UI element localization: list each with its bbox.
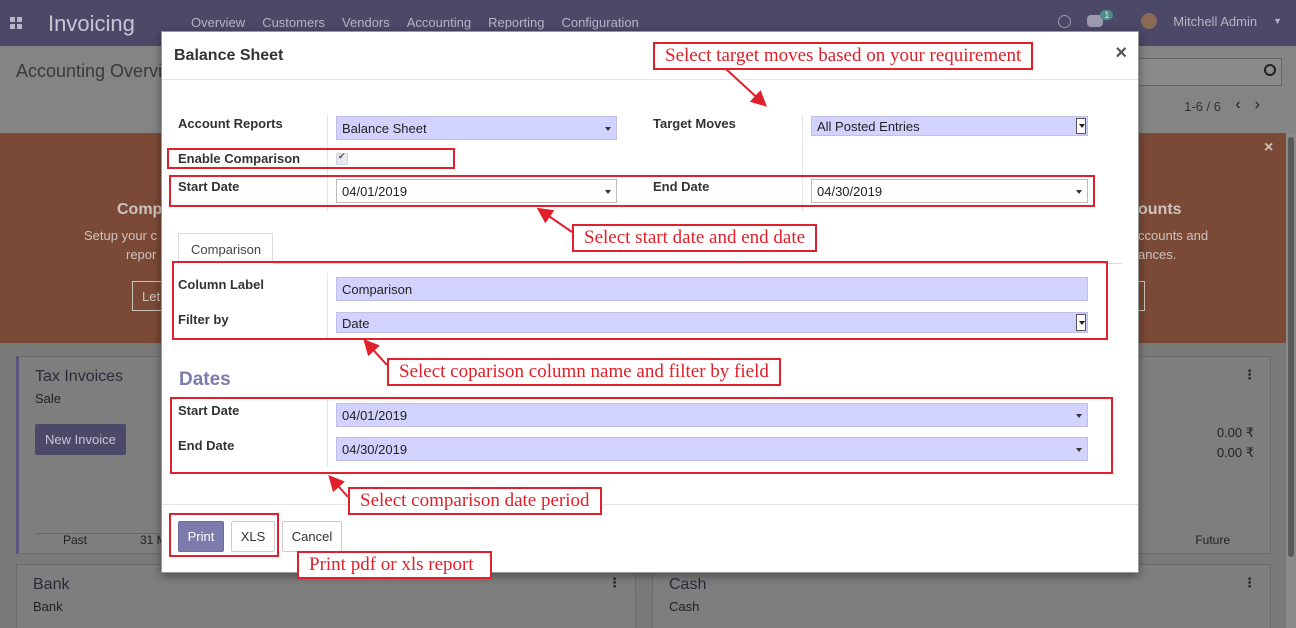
chart-label-future: Future (1195, 533, 1230, 547)
annotation-box-comparison-dates (170, 397, 1113, 474)
banner-close-icon[interactable]: × (1264, 139, 1273, 157)
annotation-start-end-date: Select start date and end date (572, 224, 818, 252)
target-moves-value: All Posted Entries (817, 119, 920, 134)
annotation-box-dates (169, 175, 1095, 207)
target-moves-label: Target Moves (653, 116, 736, 131)
card-subtitle: Sale (35, 391, 62, 406)
banner-left-text: Setup your c (84, 228, 157, 243)
pager-arrows: ‹› (1235, 96, 1274, 114)
cash-card: Cash Cash ⋮ (652, 564, 1271, 628)
annotation-comparison-period: Select comparison date period (348, 487, 602, 515)
user-name[interactable]: Mitchell Admin (1173, 14, 1257, 29)
kebab-menu-icon[interactable]: ⋮ (608, 575, 621, 591)
close-icon[interactable]: × (1115, 43, 1127, 63)
card-title[interactable]: Cash (669, 576, 706, 594)
tab-comparison[interactable]: Comparison (178, 233, 273, 264)
kebab-menu-icon[interactable]: ⋮ (1243, 367, 1256, 383)
banner-right-text-2: ances. (1138, 247, 1177, 262)
top-menu: Overview Customers Vendors Accounting Re… (191, 15, 656, 30)
account-reports-label: Account Reports (178, 116, 283, 131)
search-icon[interactable] (1264, 64, 1276, 76)
chevron-down-icon[interactable]: ▼ (1273, 16, 1282, 26)
chevron-down-icon (1076, 118, 1086, 134)
kebab-menu-icon[interactable]: ⋮ (1243, 575, 1256, 591)
annotation-box-buttons (169, 513, 279, 557)
banner-left-text-2: repor (126, 247, 157, 262)
amount-value-2: 0.00 ₹ (1216, 445, 1254, 460)
cancel-button[interactable]: Cancel (282, 521, 342, 552)
account-reports-select[interactable]: Balance Sheet (336, 116, 617, 140)
annotation-target-moves: Select target moves based on your requir… (653, 42, 1034, 70)
annotation-box-enable-comparison (167, 148, 455, 169)
amount-value: 0.00 ₹ (1216, 425, 1254, 440)
breadcrumb: Accounting Overvi (16, 61, 163, 81)
menu-vendors[interactable]: Vendors (342, 15, 390, 30)
scrollbar[interactable] (1286, 133, 1296, 628)
new-invoice-button[interactable]: New Invoice (35, 424, 126, 455)
banner-left-title: Comp (117, 201, 163, 218)
account-reports-value: Balance Sheet (342, 121, 427, 136)
avatar[interactable] (1141, 13, 1158, 29)
menu-overview[interactable]: Overview (191, 15, 245, 30)
annotation-box-comparison (172, 261, 1108, 340)
chevron-down-icon (605, 127, 611, 131)
menu-customers[interactable]: Customers (262, 15, 325, 30)
chart-label-past: Past (63, 533, 88, 547)
banner-right-title: ounts (1138, 201, 1182, 218)
chevron-left-icon[interactable]: ‹ (1235, 96, 1254, 113)
activity-clock-icon[interactable] (1058, 14, 1072, 28)
search-input[interactable] (1122, 58, 1282, 86)
chat-count-badge: 1 (1100, 10, 1114, 20)
dates-heading: Dates (179, 369, 231, 390)
banner-right-text: ccounts and (1138, 228, 1209, 243)
pager-value[interactable]: 1-6 / 6 (1184, 99, 1221, 114)
card-subtitle: Bank (33, 599, 63, 614)
card-title[interactable]: Tax Invoices (35, 368, 123, 386)
systray: 1 Mitchell Admin ▼ (1058, 10, 1282, 29)
annotation-print-report: Print pdf or xls report (297, 551, 492, 579)
chevron-right-icon[interactable]: › (1255, 96, 1274, 113)
menu-accounting[interactable]: Accounting (407, 15, 471, 30)
card-title[interactable]: Bank (33, 576, 69, 594)
apps-grid-icon[interactable] (10, 17, 22, 29)
chat-icon[interactable]: 1 (1087, 10, 1114, 27)
menu-configuration[interactable]: Configuration (561, 15, 638, 30)
menu-reporting[interactable]: Reporting (488, 15, 544, 30)
target-moves-select[interactable]: All Posted Entries (811, 116, 1088, 136)
annotation-comparison-column: Select coparison column name and filter … (387, 358, 781, 386)
card-subtitle: Cash (669, 599, 700, 614)
dialog-title: Balance Sheet (174, 47, 284, 64)
app-brand[interactable]: Invoicing (48, 11, 135, 37)
